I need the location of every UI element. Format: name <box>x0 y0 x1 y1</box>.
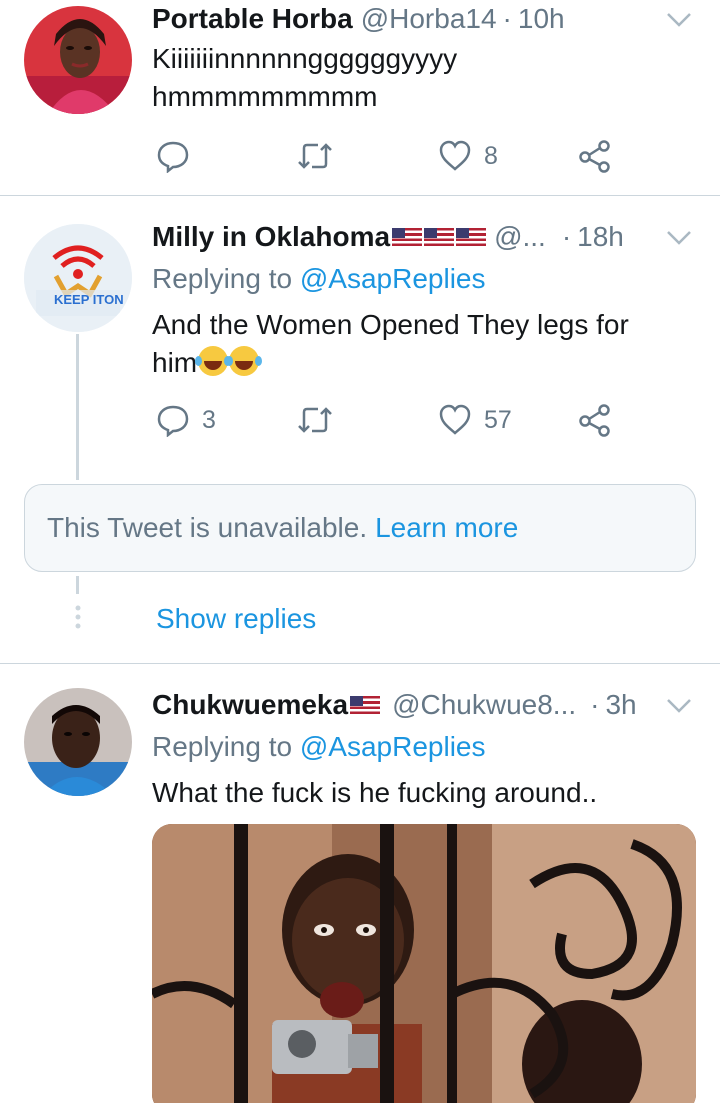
unavailable-text: This Tweet is unavailable. <box>47 512 368 543</box>
share-button[interactable] <box>578 400 612 440</box>
reply-button[interactable]: 3 <box>156 400 216 440</box>
us-flag-icon <box>456 228 487 246</box>
tweet-header: Milly in Oklahoma @... · 18h <box>152 220 696 254</box>
more-replies-dots-icon <box>75 605 81 629</box>
share-button[interactable] <box>578 136 612 176</box>
replying-to: Replying to @AsapReplies <box>152 730 486 764</box>
avatar[interactable] <box>24 6 132 114</box>
separator: · <box>561 221 572 252</box>
replying-to-handle[interactable]: @AsapReplies <box>300 731 486 762</box>
replying-to-handle[interactable]: @AsapReplies <box>300 263 486 294</box>
retweet-button[interactable] <box>296 400 346 440</box>
like-button[interactable]: 57 <box>438 400 512 440</box>
timestamp[interactable]: 10h <box>518 2 565 36</box>
tweet-header: Portable Horba @Horba14 · 10h <box>152 2 696 36</box>
tears-of-joy-emoji <box>226 346 260 376</box>
tweet-portable-horba[interactable]: Portable Horba @Horba14 · 10h Kiiiiiiinn… <box>0 0 720 196</box>
retweet-button[interactable] <box>296 136 346 176</box>
like-icon <box>439 140 471 171</box>
like-count: 57 <box>484 405 512 434</box>
reply-button[interactable] <box>156 136 202 176</box>
tweet-text-line: him <box>152 344 680 382</box>
reply-count: 3 <box>202 405 216 434</box>
replying-to-label: Replying to <box>152 731 293 762</box>
tweet-text: Kiiiiiiinnnnnnggggggyyyy hmmmmmmmmm <box>152 40 680 116</box>
share-icon <box>579 140 610 173</box>
like-count: 8 <box>484 141 498 170</box>
chevron-down-icon[interactable] <box>666 230 692 246</box>
display-name[interactable]: Milly in Oklahoma <box>152 220 390 254</box>
us-flag-icon <box>350 696 381 714</box>
thread-line <box>76 576 79 594</box>
thread-line <box>76 334 79 480</box>
tweet-text-line: Kiiiiiiinnnnnnggggggyyyy <box>152 43 458 74</box>
tweet-actions: 8 <box>152 136 632 176</box>
user-handle[interactable]: @Horba14 <box>361 2 497 36</box>
retweet-icon <box>298 143 332 169</box>
timestamp[interactable]: 3h <box>605 688 636 722</box>
display-name[interactable]: Chukwuemeka <box>152 688 348 722</box>
avatar[interactable]: KEEP ITON <box>24 224 132 332</box>
retweet-icon <box>298 407 332 433</box>
tears-of-joy-emoji <box>195 346 229 376</box>
separator: · <box>590 689 600 720</box>
like-icon <box>439 404 471 435</box>
tweet-text-line: And the Women Opened They legs for <box>152 309 629 340</box>
tweet-actions: 3 57 <box>152 400 632 440</box>
tweet-text-line: What the fuck is he fucking around.. <box>152 777 598 808</box>
replying-to: Replying to @AsapReplies <box>152 262 486 296</box>
like-button[interactable]: 8 <box>438 136 498 176</box>
learn-more-link[interactable]: Learn more <box>375 512 518 544</box>
replying-to-label: Replying to <box>152 263 293 294</box>
user-handle[interactable]: @Chukwue8... <box>392 688 576 722</box>
user-handle[interactable]: @... <box>494 220 546 254</box>
chevron-down-icon[interactable] <box>666 12 692 28</box>
chevron-down-icon[interactable] <box>666 698 692 714</box>
avatar[interactable] <box>24 688 132 796</box>
tweet-milly-in-oklahoma[interactable]: KEEP ITON Milly in Oklahoma @... · 18h R… <box>0 196 720 486</box>
display-name[interactable]: Portable Horba <box>152 2 353 36</box>
tweet-text-line: hmmmmmmmmm <box>152 81 378 112</box>
tweet-text: And the Women Opened They legs for him <box>152 306 680 382</box>
tweet-media-image[interactable] <box>152 824 696 1103</box>
reply-icon <box>157 405 189 437</box>
share-icon <box>579 404 610 437</box>
tweet-header: Chukwuemeka @Chukwue8... · 3h <box>152 688 696 722</box>
avatar-logo-text: KEEP ITON <box>54 292 124 307</box>
unavailable-tweet-notice: This Tweet is unavailable. Learn more <box>24 484 696 572</box>
separator: · <box>502 3 512 34</box>
us-flag-icon <box>424 228 455 246</box>
us-flag-icon <box>392 228 423 246</box>
timestamp[interactable]: 18h <box>577 220 624 254</box>
reply-icon <box>157 141 189 173</box>
tweet-text: What the fuck is he fucking around.. <box>152 774 680 812</box>
show-replies-link[interactable]: Show replies <box>156 600 316 638</box>
